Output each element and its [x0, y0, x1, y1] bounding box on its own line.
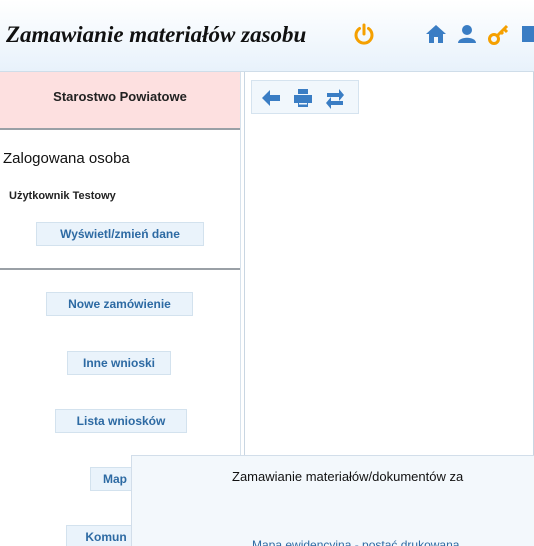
printed-map-link[interactable]: Mapa ewidencyjna - postać drukowana	[252, 538, 459, 546]
new-order-button[interactable]: Nowe zamówienie	[46, 292, 193, 316]
app-title: Zamawianie materiałów zasobu	[6, 22, 307, 47]
organization-banner: Starostwo Powiatowe	[0, 72, 240, 130]
arrow-left-icon[interactable]	[260, 87, 282, 109]
more-icon[interactable]	[520, 22, 534, 46]
organization-name: Starostwo Powiatowe	[53, 89, 187, 104]
user-icon[interactable]	[455, 22, 479, 46]
user-name: Użytkownik Testowy	[9, 190, 116, 202]
home-icon[interactable]	[424, 22, 448, 46]
panel-title: Zamawianie materiałów/dokumentów za	[232, 469, 464, 484]
print-icon[interactable]	[292, 87, 314, 109]
main-toolbar	[251, 80, 359, 114]
requests-list-button[interactable]: Lista wniosków	[55, 409, 187, 433]
sidebar-divider	[0, 268, 240, 270]
refresh-icon[interactable]	[324, 87, 346, 109]
logged-in-heading: Zalogowana osoba	[3, 150, 130, 167]
power-icon[interactable]	[352, 22, 376, 46]
order-panel: Zamawianie materiałów/dokumentów za Mapa…	[131, 455, 534, 546]
profile-button[interactable]: Wyświetl/zmień dane	[36, 222, 204, 246]
app-header: Zamawianie materiałów zasobu	[0, 0, 534, 72]
other-requests-button[interactable]: Inne wnioski	[67, 351, 171, 375]
key-icon[interactable]	[487, 22, 511, 46]
